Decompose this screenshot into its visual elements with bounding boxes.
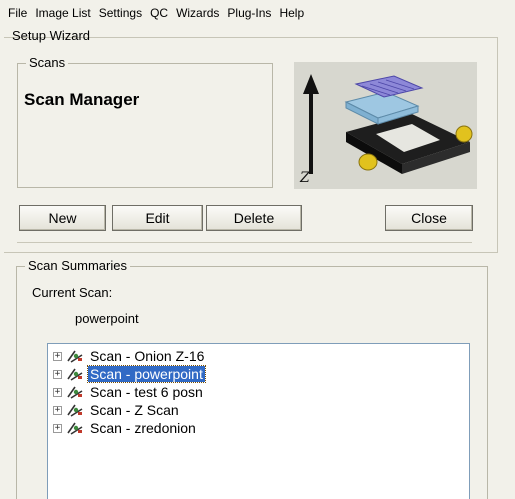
menu-plug-ins[interactable]: Plug-Ins xyxy=(227,6,271,20)
tree-item-label[interactable]: Scan - zredonion xyxy=(88,420,198,436)
delete-button[interactable]: Delete xyxy=(206,205,302,231)
z-axis-label: Z xyxy=(299,170,310,186)
separator xyxy=(17,242,472,243)
image-slices xyxy=(354,75,424,98)
stage-knob-right xyxy=(455,125,473,143)
scan-icon xyxy=(67,422,83,435)
z-axis-arrow-head xyxy=(303,74,319,94)
plus-box-icon[interactable]: + xyxy=(53,351,62,361)
scan-manager-window: File Image List Settings QC Wizards Plug… xyxy=(0,0,515,499)
scan-tree[interactable]: + Scan - Onion Z-16 + Scan - powerpoint … xyxy=(47,343,470,499)
edit-button[interactable]: Edit xyxy=(112,205,203,231)
tree-item[interactable]: + Scan - test 6 posn xyxy=(53,383,205,401)
scan-icon xyxy=(67,368,83,381)
tree-item[interactable]: + Scan - Z Scan xyxy=(53,401,181,419)
stage-illustration-svg: Z xyxy=(299,74,473,186)
current-scan-label: Current Scan: xyxy=(32,285,113,300)
scan-icon xyxy=(67,404,83,417)
tree-item[interactable]: + Scan - powerpoint xyxy=(53,365,206,383)
scan-manager-heading: Scan Manager xyxy=(24,90,140,109)
scan-icon xyxy=(67,386,83,399)
plus-box-icon[interactable]: + xyxy=(53,369,62,379)
scans-group: Scans xyxy=(17,55,273,188)
tree-item[interactable]: + Scan - Onion Z-16 xyxy=(53,347,206,365)
menu-help[interactable]: Help xyxy=(279,6,304,20)
scan-icon xyxy=(67,350,83,363)
menu-settings[interactable]: Settings xyxy=(99,6,142,20)
tree-item[interactable]: + Scan - zredonion xyxy=(53,419,198,437)
stage-knob-left xyxy=(358,153,378,171)
plus-box-icon[interactable]: + xyxy=(53,405,62,415)
tree-item-label[interactable]: Scan - Onion Z-16 xyxy=(88,348,206,364)
plus-box-icon[interactable]: + xyxy=(53,423,62,433)
setup-wizard-title: Setup Wizard xyxy=(12,28,91,43)
tree-item-label[interactable]: Scan - test 6 posn xyxy=(88,384,205,400)
stage-illustration: Z xyxy=(294,62,477,189)
menu-image-list[interactable]: Image List xyxy=(35,6,90,20)
menu-qc[interactable]: QC xyxy=(150,6,168,20)
menu-bar: File Image List Settings QC Wizards Plug… xyxy=(0,0,515,26)
scan-summaries-legend: Scan Summaries xyxy=(25,258,130,274)
menu-wizards[interactable]: Wizards xyxy=(176,6,219,20)
scans-group-legend: Scans xyxy=(26,55,69,71)
current-scan-value: powerpoint xyxy=(75,311,139,326)
menu-file[interactable]: File xyxy=(8,6,27,20)
plus-box-icon[interactable]: + xyxy=(53,387,62,397)
tree-item-label[interactable]: Scan - Z Scan xyxy=(88,402,181,418)
close-button[interactable]: Close xyxy=(385,205,473,231)
tree-item-label-selected[interactable]: Scan - powerpoint xyxy=(87,365,206,383)
new-button[interactable]: New xyxy=(19,205,106,231)
